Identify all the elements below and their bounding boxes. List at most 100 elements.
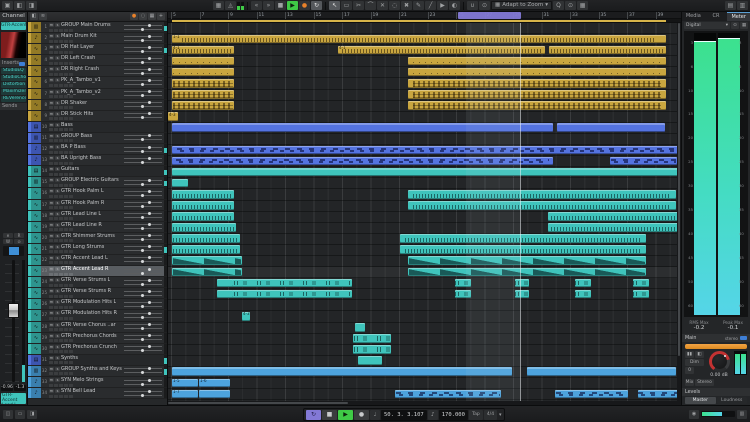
slider-handle[interactable] [148,35,151,38]
clip[interactable] [408,79,666,88]
clip[interactable]: 4-3 [168,112,178,121]
track-mini-button[interactable] [69,95,73,98]
track-mini-button[interactable] [49,173,53,176]
mute-button[interactable]: m [49,212,54,216]
track-mini-button[interactable] [59,51,63,54]
track-mini-button[interactable] [49,261,53,264]
track-row[interactable]: ∿22msGTR Accent Lead L [28,255,167,266]
track-pan-slider[interactable] [124,162,162,163]
track-volume-slider[interactable] [124,269,162,270]
insert-slot[interactable]: StudioChorus [1,75,26,81]
track-mini-button[interactable] [69,250,73,253]
track-volume-slider[interactable] [124,158,162,159]
level-tab-loudness[interactable]: Loudness [717,397,748,404]
track-mini-button[interactable] [69,328,73,331]
solo-button[interactable]: s [55,45,60,49]
slider-handle[interactable] [148,379,151,382]
clip[interactable] [172,157,553,166]
clip[interactable] [232,279,352,288]
mute-button[interactable]: m [49,101,54,105]
track-mini-button[interactable] [64,217,68,220]
track-lane[interactable] [168,356,681,367]
track-mini-button[interactable] [59,128,63,131]
track-mini-button[interactable] [54,361,58,364]
track-lane[interactable] [168,234,681,245]
slider-handle[interactable] [148,201,151,204]
slider-handle[interactable] [148,345,151,348]
clip[interactable] [172,68,234,77]
track-pan-slider[interactable] [124,306,162,307]
track-pan-slider[interactable] [124,350,162,351]
track-pan-slider[interactable] [124,239,162,240]
track-row[interactable]: ♪12msBA P Bass [28,144,167,155]
track-mini-button[interactable] [64,273,68,276]
slider-handle[interactable] [141,105,144,108]
mute-button[interactable]: m [49,78,54,82]
clip[interactable] [172,367,512,376]
slider-handle[interactable] [148,24,151,27]
track-lane[interactable] [168,90,681,101]
track-pan-slider[interactable] [124,339,162,340]
track-mini-button[interactable] [49,40,53,43]
mute-button[interactable]: m [49,311,54,315]
clip[interactable] [408,256,646,265]
monitor-button[interactable]: ◧ [695,351,704,358]
rms-max-value[interactable]: -0.2 [682,325,716,331]
slider-handle[interactable] [148,112,151,115]
track-mini-button[interactable] [59,106,63,109]
track-pan-slider[interactable] [124,206,162,207]
clip[interactable] [353,345,391,354]
track-mini-button[interactable] [64,239,68,242]
track-mini-button[interactable] [59,295,63,298]
track-mini-button[interactable] [59,273,63,276]
track-volume-slider[interactable] [124,25,162,26]
track-pan-slider[interactable] [124,29,162,30]
track-row[interactable]: ♪2msMain Drum Kit [28,33,167,44]
track-mini-button[interactable] [49,106,53,109]
right-tab-media[interactable]: Media [682,12,705,21]
channel-tab[interactable]: Channel [0,12,27,21]
track-mini-button[interactable] [49,73,53,76]
track-pan-slider[interactable] [124,328,162,329]
clip[interactable] [172,90,234,99]
track-mini-button[interactable] [49,206,53,209]
mute-button[interactable]: m [49,167,54,171]
solo-button[interactable]: s [55,156,60,160]
clip[interactable] [575,279,591,288]
track-mini-button[interactable] [64,328,68,331]
track-mini-button[interactable] [69,372,73,375]
tool-icon[interactable]: ⌒ [365,1,376,10]
snap-icon[interactable]: ∪ [467,1,478,10]
track-mini-button[interactable] [69,317,73,320]
track-header-icon[interactable]: ▦ [148,13,156,20]
tool-icon[interactable]: ✕ [377,1,388,10]
solo-button[interactable]: s [55,23,60,27]
track-mini-button[interactable] [49,361,53,364]
track-mini-button[interactable] [54,261,58,264]
track-volume-slider[interactable] [124,47,162,48]
sends-section-header[interactable]: Sends [0,103,27,110]
track-mini-button[interactable] [69,184,73,187]
mute-button[interactable]: m [49,90,54,94]
levels-section-header[interactable]: Levels [682,388,750,396]
transport-icon[interactable]: » [263,1,274,10]
track-mini-button[interactable] [64,117,68,120]
track-pan-slider[interactable] [124,51,162,52]
track-lane[interactable] [168,78,681,89]
mute-button[interactable]: m [49,345,54,349]
track-mini-button[interactable] [49,29,53,32]
clip[interactable] [455,290,471,299]
slider-handle[interactable] [141,50,144,53]
track-mini-button[interactable] [69,151,73,154]
timeline-ruler[interactable]: 579111315171921232527293133353739 [168,12,681,19]
track-header-icon[interactable]: ≋ [39,13,47,20]
track-mini-button[interactable] [64,84,68,87]
track-mini-button[interactable] [59,328,63,331]
track-lane[interactable] [168,156,681,167]
tap-tempo-button[interactable]: Tap [469,410,483,420]
slider-handle[interactable] [141,39,144,42]
solo-button[interactable]: s [55,78,60,82]
track-volume-slider[interactable] [124,302,162,303]
track-row[interactable]: ∿29msGTR Prechorus Chords [28,333,167,344]
solo-button[interactable]: s [55,378,60,382]
